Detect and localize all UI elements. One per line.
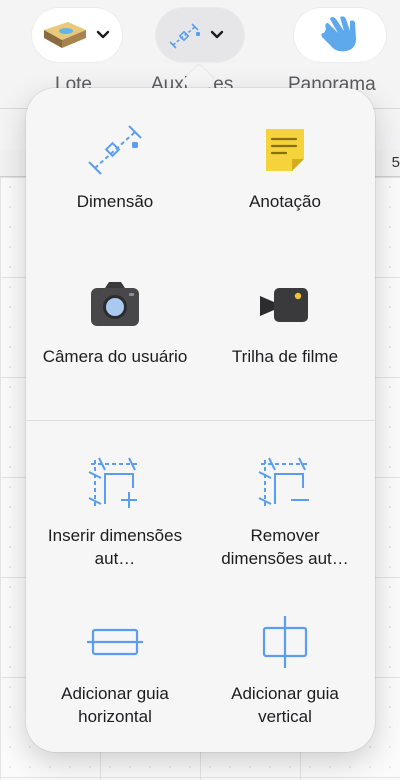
film-track-item[interactable]: Trilha de filme [198, 273, 372, 368]
add-horizontal-guide-item[interactable]: Adicionar guia horizontal [28, 610, 202, 728]
user-camera-label: Câmera do usuário [42, 347, 188, 366]
add-horizontal-guide-label: Adicionar guia horizontal [61, 684, 169, 726]
dimension-icon [28, 118, 202, 182]
auto-dimensions-add-icon [28, 452, 202, 516]
remove-auto-dimensions-item[interactable]: Remover dimensões aut… [198, 452, 372, 570]
insert-auto-dimensions-label: Inserir dimensões aut… [47, 526, 183, 568]
auxiliares-popover: Dimensão Anotação Câmera do usuário Tril… [26, 88, 375, 752]
terrain-icon [40, 18, 88, 52]
remove-auto-dimensions-label: Remover dimensões aut… [221, 526, 349, 568]
insert-auto-dimensions-item[interactable]: Inserir dimensões aut… [28, 452, 202, 570]
popover-divider [26, 420, 375, 421]
dimension-label: Dimensão [76, 192, 154, 211]
video-camera-icon [198, 273, 372, 337]
lote-button[interactable] [32, 8, 122, 62]
annotation-item[interactable]: Anotação [198, 118, 372, 213]
hand-icon [318, 15, 362, 55]
chevron-down-icon [96, 30, 110, 40]
annotation-label: Anotação [249, 192, 321, 211]
add-vertical-guide-item[interactable]: Adicionar guia vertical [198, 610, 372, 728]
horizontal-guide-icon [28, 610, 202, 674]
auxiliares-button[interactable] [156, 8, 244, 62]
film-track-label: Trilha de filme [231, 347, 339, 366]
auto-dimensions-remove-icon [198, 452, 372, 516]
chevron-down-icon [210, 30, 224, 40]
ruler-number: 5 [391, 154, 400, 171]
user-camera-item[interactable]: Câmera do usuário [28, 273, 202, 368]
camera-icon [28, 273, 202, 337]
panorama-button[interactable] [294, 8, 386, 62]
add-vertical-guide-label: Adicionar guia vertical [231, 684, 339, 726]
note-icon [198, 118, 372, 182]
dimension-item[interactable]: Dimensão [28, 118, 202, 213]
vertical-guide-icon [198, 610, 372, 674]
dimension-icon [168, 18, 202, 52]
